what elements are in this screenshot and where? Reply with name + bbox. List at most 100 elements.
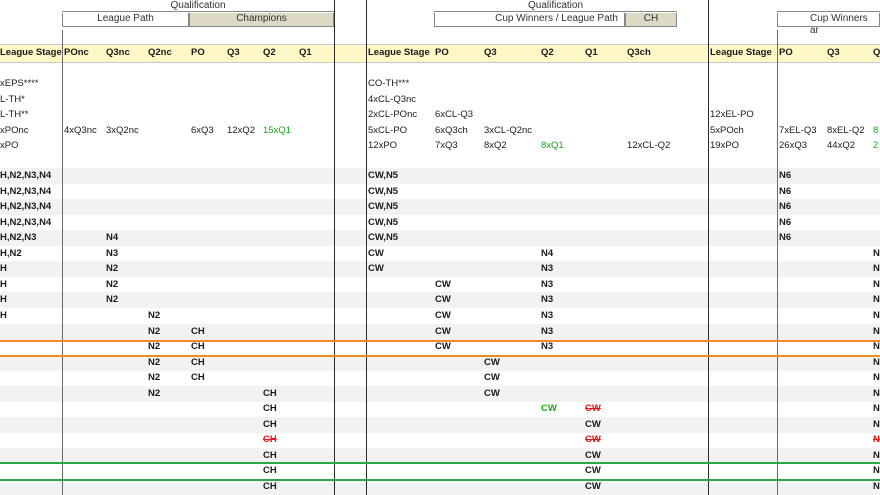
column-header-h8: Q1 <box>299 47 312 58</box>
table-cell: H,N2 <box>0 247 22 259</box>
column-header-h3: Q3nc <box>106 47 130 58</box>
orange-highlight-bottom <box>0 355 880 357</box>
table-cell: H <box>0 309 7 321</box>
table-cell: CH <box>191 325 205 337</box>
table-cell: 3xQ2nc <box>106 124 139 136</box>
table-cell: CH <box>263 418 277 430</box>
column-header-h17: Q3 <box>827 47 840 58</box>
table-cell: N <box>873 309 880 321</box>
table-cell: 8 <box>873 124 879 136</box>
table-cell: N <box>873 465 880 477</box>
table-row-shade <box>0 230 880 247</box>
table-cell: 12xPO <box>368 140 398 152</box>
column-header-h9: League Stage <box>368 47 430 58</box>
table-cell: 12xQ2 <box>227 124 255 136</box>
table-cell: 6xQ3 <box>191 124 214 136</box>
table-row-shade <box>0 385 880 402</box>
column-header-h10: PO <box>435 47 449 58</box>
table-cell: CW <box>435 325 451 337</box>
table-cell: 3xCL-Q2nc <box>484 124 533 136</box>
table-cell: N6 <box>779 201 792 213</box>
table-cell: CW,N5 <box>368 185 399 197</box>
table-cell: N <box>873 372 880 384</box>
table-cell: H,N2,N3 <box>0 232 37 244</box>
group1-league-path: League Path <box>62 13 189 27</box>
column-header-h15: League Stage <box>710 47 772 58</box>
table-cell: 15xQ1 <box>263 124 291 136</box>
table-cell: H,N2,N3,N4 <box>0 185 52 197</box>
table-cell: 4xCL-Q3nc <box>368 93 417 105</box>
table-cell: N2 <box>148 325 161 337</box>
table-cell: 44xQ2 <box>827 140 855 152</box>
column-header-h16: PO <box>779 47 793 58</box>
table-cell: CW <box>435 309 451 321</box>
column-divider <box>62 30 63 495</box>
table-cell: N3 <box>541 263 554 275</box>
table-cell: 5xPOch <box>710 124 744 136</box>
table-cell: N2 <box>148 387 161 399</box>
table-cell: N <box>873 325 880 337</box>
table-cell: CH <box>263 481 277 492</box>
table-cell: xPO <box>0 140 19 152</box>
table-cell: CW,N5 <box>368 232 399 244</box>
column-divider <box>777 30 778 495</box>
column-divider <box>366 0 367 495</box>
group2-ch: CH <box>625 13 677 27</box>
table-cell: CW <box>484 387 500 399</box>
group1-champions: Champions <box>189 13 334 27</box>
table-cell: N3 <box>541 309 554 321</box>
table-cell: 4xQ3nc <box>64 124 97 136</box>
table-cell: CW <box>585 418 601 430</box>
column-header-h14: Q3ch <box>627 47 651 58</box>
table-cell: xEPS**** <box>0 78 39 89</box>
orange-highlight-top <box>0 340 880 342</box>
table-row-shade <box>0 261 880 278</box>
table-cell: H <box>0 278 7 290</box>
table-cell: 8xEL-Q2 <box>827 124 865 136</box>
table-cell: CH <box>263 387 277 399</box>
table-row-shade <box>0 199 880 216</box>
table-cell: L-TH** <box>0 109 29 121</box>
table-cell: N4 <box>106 232 119 244</box>
table-cell: N <box>873 263 880 275</box>
table-cell: N <box>873 403 880 415</box>
table-cell: CH <box>263 465 277 477</box>
table-cell: N2 <box>148 309 161 321</box>
table-cell: CW <box>435 278 451 290</box>
table-cell: CW <box>541 403 557 415</box>
table-cell: H <box>0 294 7 306</box>
table-cell: N2 <box>106 278 119 290</box>
green-highlight-top <box>0 462 880 464</box>
table-cell: H,N2,N3,N4 <box>0 201 52 213</box>
table-cell: 8xQ2 <box>484 140 507 152</box>
column-header-h18: Q2 <box>873 47 880 58</box>
table-cell: N3 <box>541 278 554 290</box>
table-cell: L-TH* <box>0 93 25 105</box>
table-cell: H,N2,N3,N4 <box>0 216 52 228</box>
table-cell: N2 <box>106 294 119 306</box>
table-cell: N <box>873 294 880 306</box>
table-row-shade <box>0 416 880 433</box>
table-cell: H,N2,N3,N4 <box>0 170 52 181</box>
table-cell: CW <box>585 481 601 492</box>
table-cell: N <box>873 247 880 259</box>
table-cell: N <box>873 434 880 446</box>
table-cell: 12xEL-PO <box>710 109 754 121</box>
group2-cup-league-path: Cup Winners / League Path <box>434 13 625 27</box>
table-cell: CW,N5 <box>368 201 399 213</box>
table-cell: N <box>873 418 880 430</box>
group2-title: Qualification <box>434 0 677 12</box>
table-cell: CW,N5 <box>368 216 399 228</box>
table-cell: 7xEL-Q3 <box>779 124 817 136</box>
table-cell: CH <box>191 372 205 384</box>
column-header-h6: Q3 <box>227 47 240 58</box>
table-cell: 26xQ3 <box>779 140 807 152</box>
table-cell: N3 <box>541 325 554 337</box>
table-cell: N6 <box>779 170 792 181</box>
table-cell: CW <box>368 263 384 275</box>
table-cell: N6 <box>779 216 792 228</box>
column-header-h13: Q1 <box>585 47 598 58</box>
table-cell: CW <box>585 403 601 415</box>
table-cell: 5xCL-PO <box>368 124 408 136</box>
table-cell: CO-TH*** <box>368 78 410 89</box>
